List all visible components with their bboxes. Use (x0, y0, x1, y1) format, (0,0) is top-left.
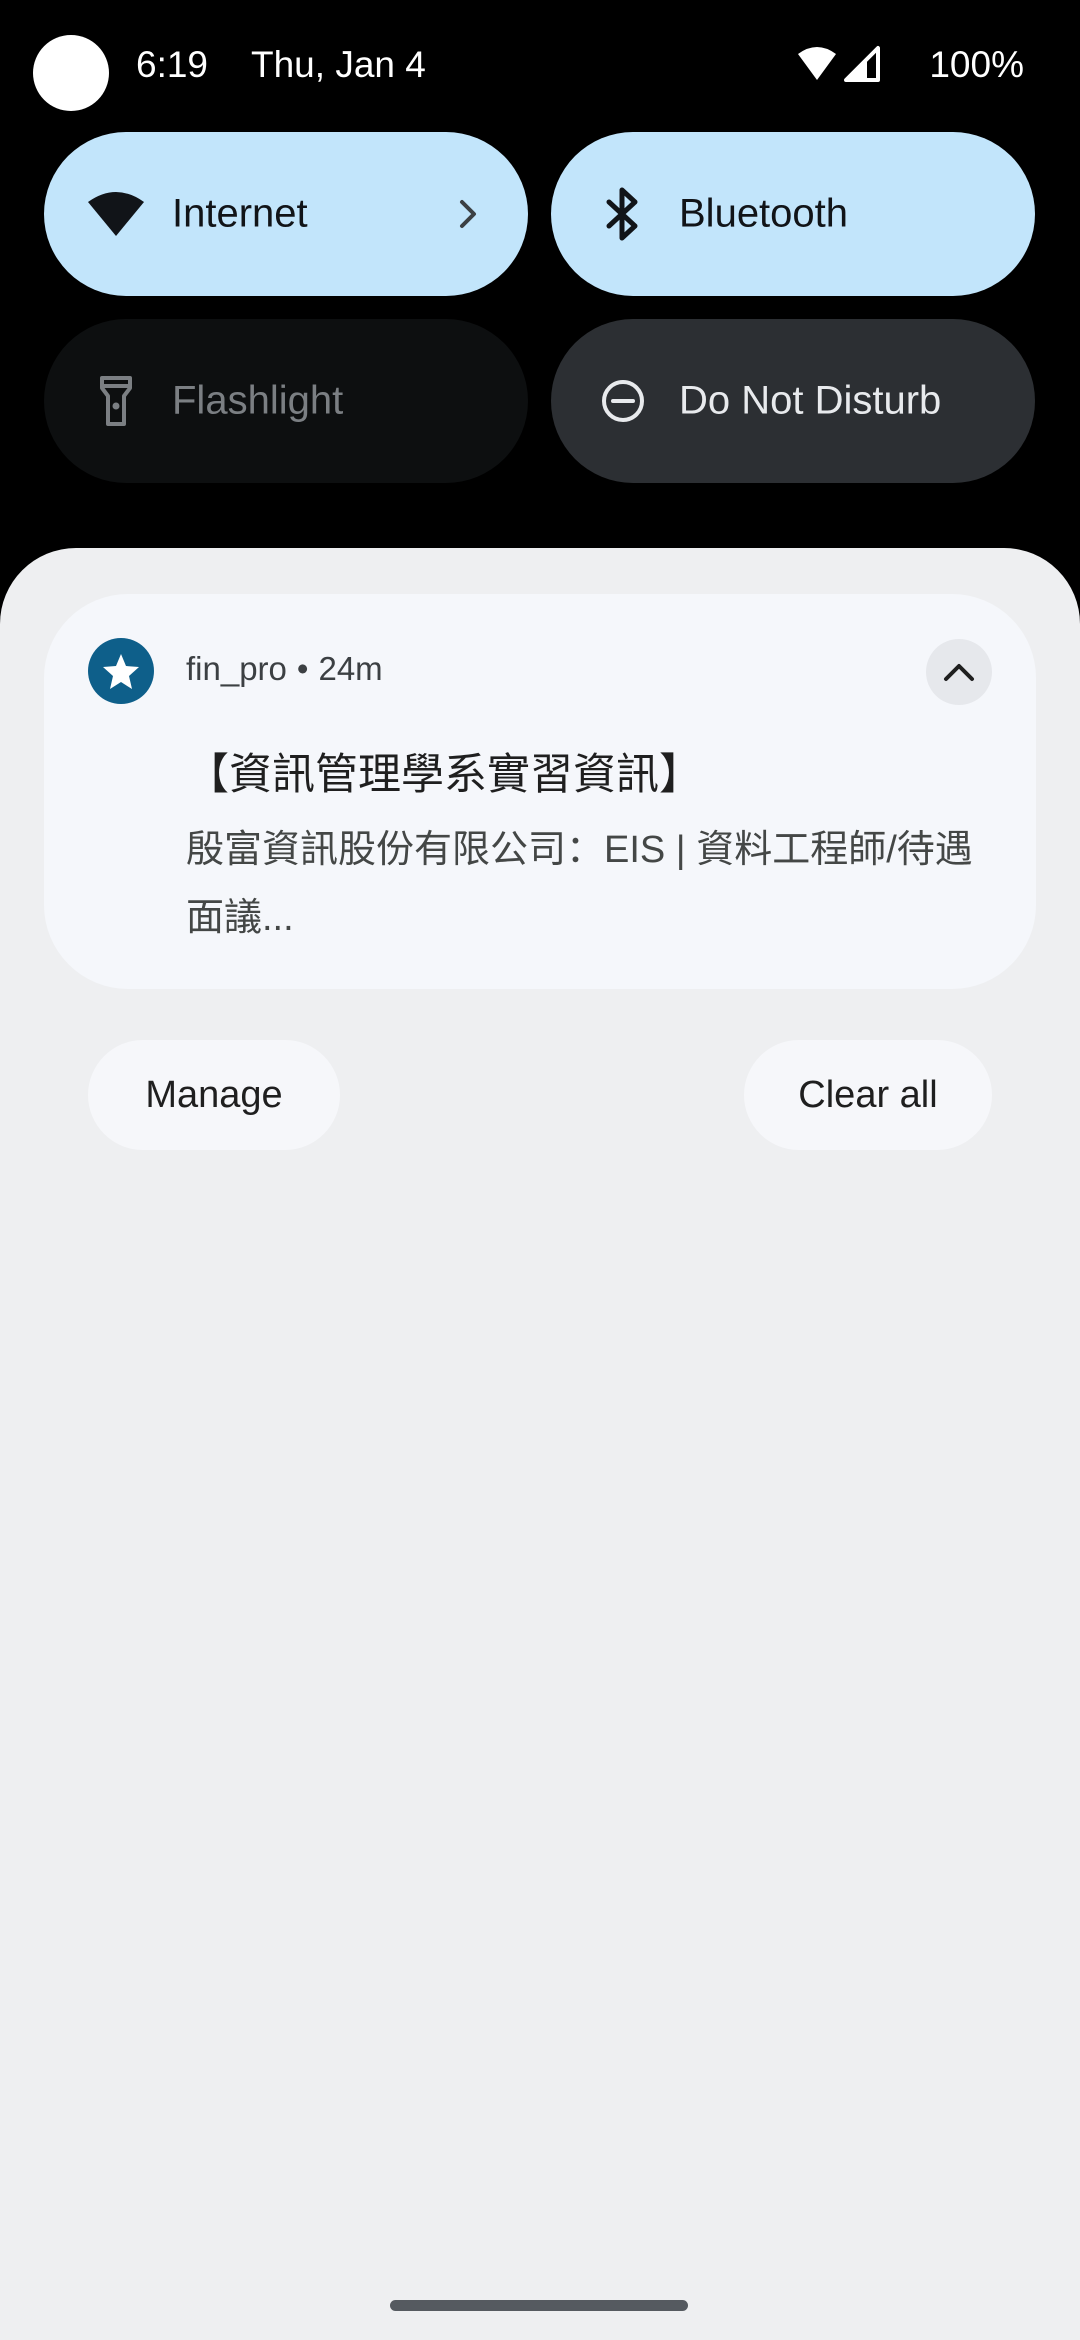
tile-internet[interactable]: Internet (44, 132, 528, 296)
notification-header: fin_pro • 24m (186, 650, 383, 688)
chevron-up-icon (944, 664, 974, 681)
camera-cutout (33, 35, 109, 111)
notification-title: 【資訊管理學系實習資訊】 (186, 751, 702, 799)
tile-dnd-label: Do Not Disturb (679, 378, 942, 423)
tile-flashlight[interactable]: Flashlight (44, 319, 528, 483)
bluetooth-icon (593, 184, 653, 244)
wifi-icon (86, 184, 146, 244)
battery-percentage: 100% (929, 44, 1024, 85)
status-bar: 6:19 Thu, Jan 4 100% (0, 0, 1080, 130)
notification-body: 殷富資訊股份有限公司：EIS | 資料工程師/待遇面議... (186, 829, 973, 939)
dnd-icon (593, 371, 653, 431)
tile-bluetooth-label: Bluetooth (679, 191, 849, 236)
tile-bluetooth[interactable]: Bluetooth (551, 132, 1035, 296)
tile-flashlight-label: Flashlight (172, 378, 344, 423)
notification-time: 24m (318, 650, 383, 687)
chevron-right-icon (450, 196, 486, 232)
flashlight-icon (86, 371, 146, 431)
header-separator: • (296, 650, 309, 687)
clear-all-button[interactable]: Clear all (744, 1040, 992, 1150)
tile-internet-label: Internet (172, 191, 308, 236)
tile-do-not-disturb[interactable]: Do Not Disturb (551, 319, 1035, 483)
app-name: fin_pro (186, 650, 287, 687)
star-icon (103, 654, 139, 689)
home-indicator[interactable] (390, 2300, 688, 2311)
status-icons (795, 44, 895, 92)
app-icon (88, 638, 154, 704)
status-date: Thu, Jan 4 (251, 44, 426, 85)
status-time: 6:19 (136, 44, 209, 85)
notification-card[interactable]: fin_pro • 24m 【資訊管理學系實習資訊】 殷富資訊股份有限公司：EIS … (44, 594, 1036, 989)
manage-button[interactable]: Manage (88, 1040, 340, 1150)
wifi-icon (798, 47, 836, 80)
cell-signal-icon (844, 46, 880, 82)
collapse-button[interactable] (926, 639, 992, 705)
